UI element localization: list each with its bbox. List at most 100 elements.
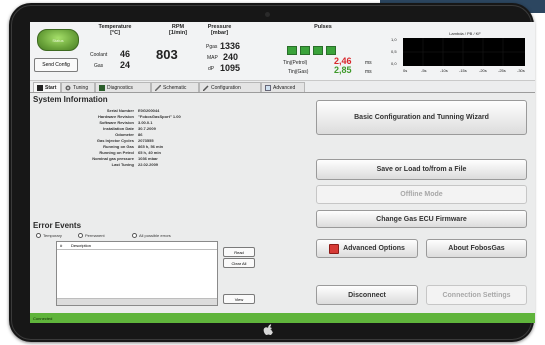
chart-icon (99, 84, 105, 91)
error-list-header: # Description (57, 242, 217, 250)
info-label: Gas Injector Cycles (96, 138, 134, 143)
status-button[interactable]: Status (37, 29, 79, 51)
info-value: 3.00.0.1 (138, 120, 153, 125)
info-label: Odometer (115, 132, 134, 137)
pgas-label: Pgas (206, 44, 218, 50)
change-firmware-button[interactable]: Change Gas ECU Firmware (316, 210, 527, 228)
info-value: "FobosGasSport" 1.00 (138, 114, 181, 119)
coolant-label: Coolant (90, 52, 108, 58)
clear-all-button[interactable]: Clear All (223, 258, 255, 268)
injector-1-led (287, 46, 297, 55)
rpm-value: 803 (156, 47, 178, 62)
info-label: Software Revision (99, 120, 134, 125)
system-info-title: System Information (33, 95, 108, 104)
status-button-label: Status (52, 37, 64, 43)
tinj-petrol-label: Tinj(Petrol) (283, 60, 308, 66)
radio-permanent[interactable]: Permanent (78, 233, 105, 238)
pressure-header: Pressure [mbar] (207, 24, 232, 36)
error-events-list[interactable]: # Description (56, 241, 218, 306)
chart-y-tick: 1,0 (391, 37, 397, 42)
map-label: MAP (207, 55, 218, 61)
send-config-button[interactable]: Send Config (34, 58, 78, 72)
injector-2-led (300, 46, 310, 55)
tinj-petrol-unit: ms (365, 60, 372, 66)
gauge-panel: Status Send Config Temperature [°C] Coola… (30, 22, 535, 81)
info-label: Hardware Revision (97, 114, 134, 119)
read-button[interactable]: Read (223, 247, 255, 257)
chart-title: Lambda / PB / KF (449, 31, 481, 36)
advanced-options-button[interactable]: Advanced Options (316, 239, 418, 258)
save-load-button[interactable]: Save or Load to/from a File (316, 159, 527, 180)
info-label: Nominal gas pressure (92, 156, 134, 161)
injector-4-led (326, 46, 336, 55)
horizontal-scrollbar[interactable] (57, 298, 217, 305)
tab-start[interactable]: Start (33, 82, 61, 92)
play-icon (37, 84, 43, 91)
chart-y-tick: 0,0 (391, 61, 397, 66)
wizard-button[interactable]: Basic Configuration and Tunning Wizard (316, 100, 527, 135)
col-description: Description (71, 243, 92, 248)
info-label: Running on Petrol (99, 150, 134, 155)
chart-x-tick: -30s (517, 68, 525, 73)
coolant-value: 46 (120, 49, 131, 59)
info-value: 22.02.2009 (138, 162, 159, 167)
wrench-icon (203, 84, 209, 91)
status-text: Connected (33, 315, 53, 321)
chart-x-tick: -15s (459, 68, 467, 73)
radio-dot (36, 233, 41, 238)
chart-x-tick: 0s (403, 68, 408, 73)
tinj-gas-unit: ms (365, 69, 372, 75)
disconnect-button[interactable]: Disconnect (316, 285, 418, 305)
radio-all-errors[interactable]: All possible errors (132, 233, 171, 238)
info-label: Last Tuning (111, 162, 134, 167)
tab-tuning[interactable]: Tuning (61, 82, 95, 92)
advanced-options-icon (329, 243, 340, 254)
pgas-value: 1336 (220, 41, 241, 51)
chart-y-tick: 0,5 (391, 49, 397, 54)
dp-label: dP (208, 66, 215, 72)
offline-mode-button[interactable]: Offline Mode (316, 185, 527, 204)
info-value: 1036 mbar (138, 156, 158, 161)
error-events-title: Error Events (33, 221, 82, 230)
pencil-icon (155, 84, 161, 91)
injector-3-led (313, 46, 323, 55)
info-value: 65 h, 40 min (138, 150, 161, 155)
tab-diagnostics[interactable]: Diagnostics (95, 82, 151, 92)
rpm-header: RPM [1/min] (168, 24, 188, 36)
gas-temp-value: 24 (120, 60, 131, 70)
info-label: Running on Gas (103, 144, 134, 149)
about-button[interactable]: About FobosGas (426, 239, 527, 258)
tab-configuration[interactable]: Configuration (199, 82, 261, 92)
view-button[interactable]: View (223, 294, 255, 304)
window-icon (265, 84, 271, 91)
tablet-frame: Status Send Config Temperature [°C] Coola… (9, 3, 535, 342)
info-value: 86 (138, 132, 143, 137)
info-value: 2073555 (138, 138, 154, 143)
chart-x-tick: -10s (440, 68, 448, 73)
lambda-chart (403, 38, 525, 66)
tab-advanced[interactable]: Advanced (261, 82, 305, 92)
info-label: Installation Date (103, 126, 134, 131)
status-bar: Connected (30, 313, 535, 323)
info-value: 865 h, 56 min (138, 144, 164, 149)
gear-icon (65, 85, 71, 90)
app-screen: Status Send Config Temperature [°C] Coola… (30, 22, 535, 323)
tinj-gas-value: 2,85 (334, 65, 352, 75)
dp-value: 1095 (220, 63, 241, 73)
camera-dot (265, 12, 270, 17)
pulses-header: Pulses (314, 24, 332, 30)
col-number: # (60, 243, 63, 248)
info-value: 30.7.2009 (138, 126, 156, 131)
send-config-label: Send Config (42, 62, 70, 68)
radio-dot (132, 233, 137, 238)
temperature-header: Temperature [°C] (98, 24, 132, 36)
info-value: E0G200044 (138, 108, 160, 113)
chart-x-tick: -20s (479, 68, 487, 73)
tab-schematic[interactable]: Schematic (151, 82, 199, 92)
info-label: Serial Number (106, 108, 134, 113)
map-value: 240 (223, 52, 239, 62)
connection-settings-button[interactable]: Connection Settings (426, 285, 527, 305)
chart-x-tick: -5s (421, 68, 427, 73)
radio-temporary[interactable]: Temporary (36, 233, 62, 238)
gas-temp-label: Gas (94, 63, 104, 69)
